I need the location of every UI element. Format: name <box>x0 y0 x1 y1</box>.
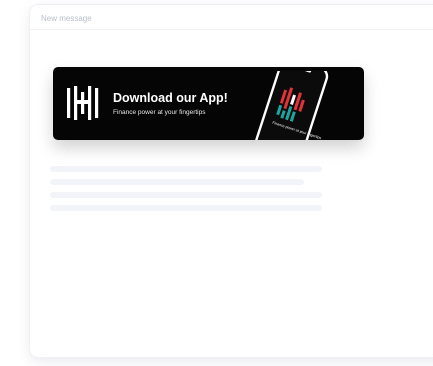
skeleton-line <box>50 179 304 185</box>
window-title: New message <box>41 14 92 23</box>
banner-subtitle: Finance power at your fingertips <box>113 109 206 116</box>
banner-title: Download our App! <box>113 91 228 105</box>
brand-logo-icon <box>67 86 99 120</box>
phone-mockup-icon: Finance power at your fingertips <box>255 71 329 140</box>
skeleton-line <box>50 166 322 172</box>
title-divider <box>30 29 433 30</box>
skeleton-line <box>50 205 322 211</box>
skeleton-line <box>50 192 322 198</box>
app-download-banner[interactable]: Download our App! Finance power at your … <box>53 67 364 140</box>
